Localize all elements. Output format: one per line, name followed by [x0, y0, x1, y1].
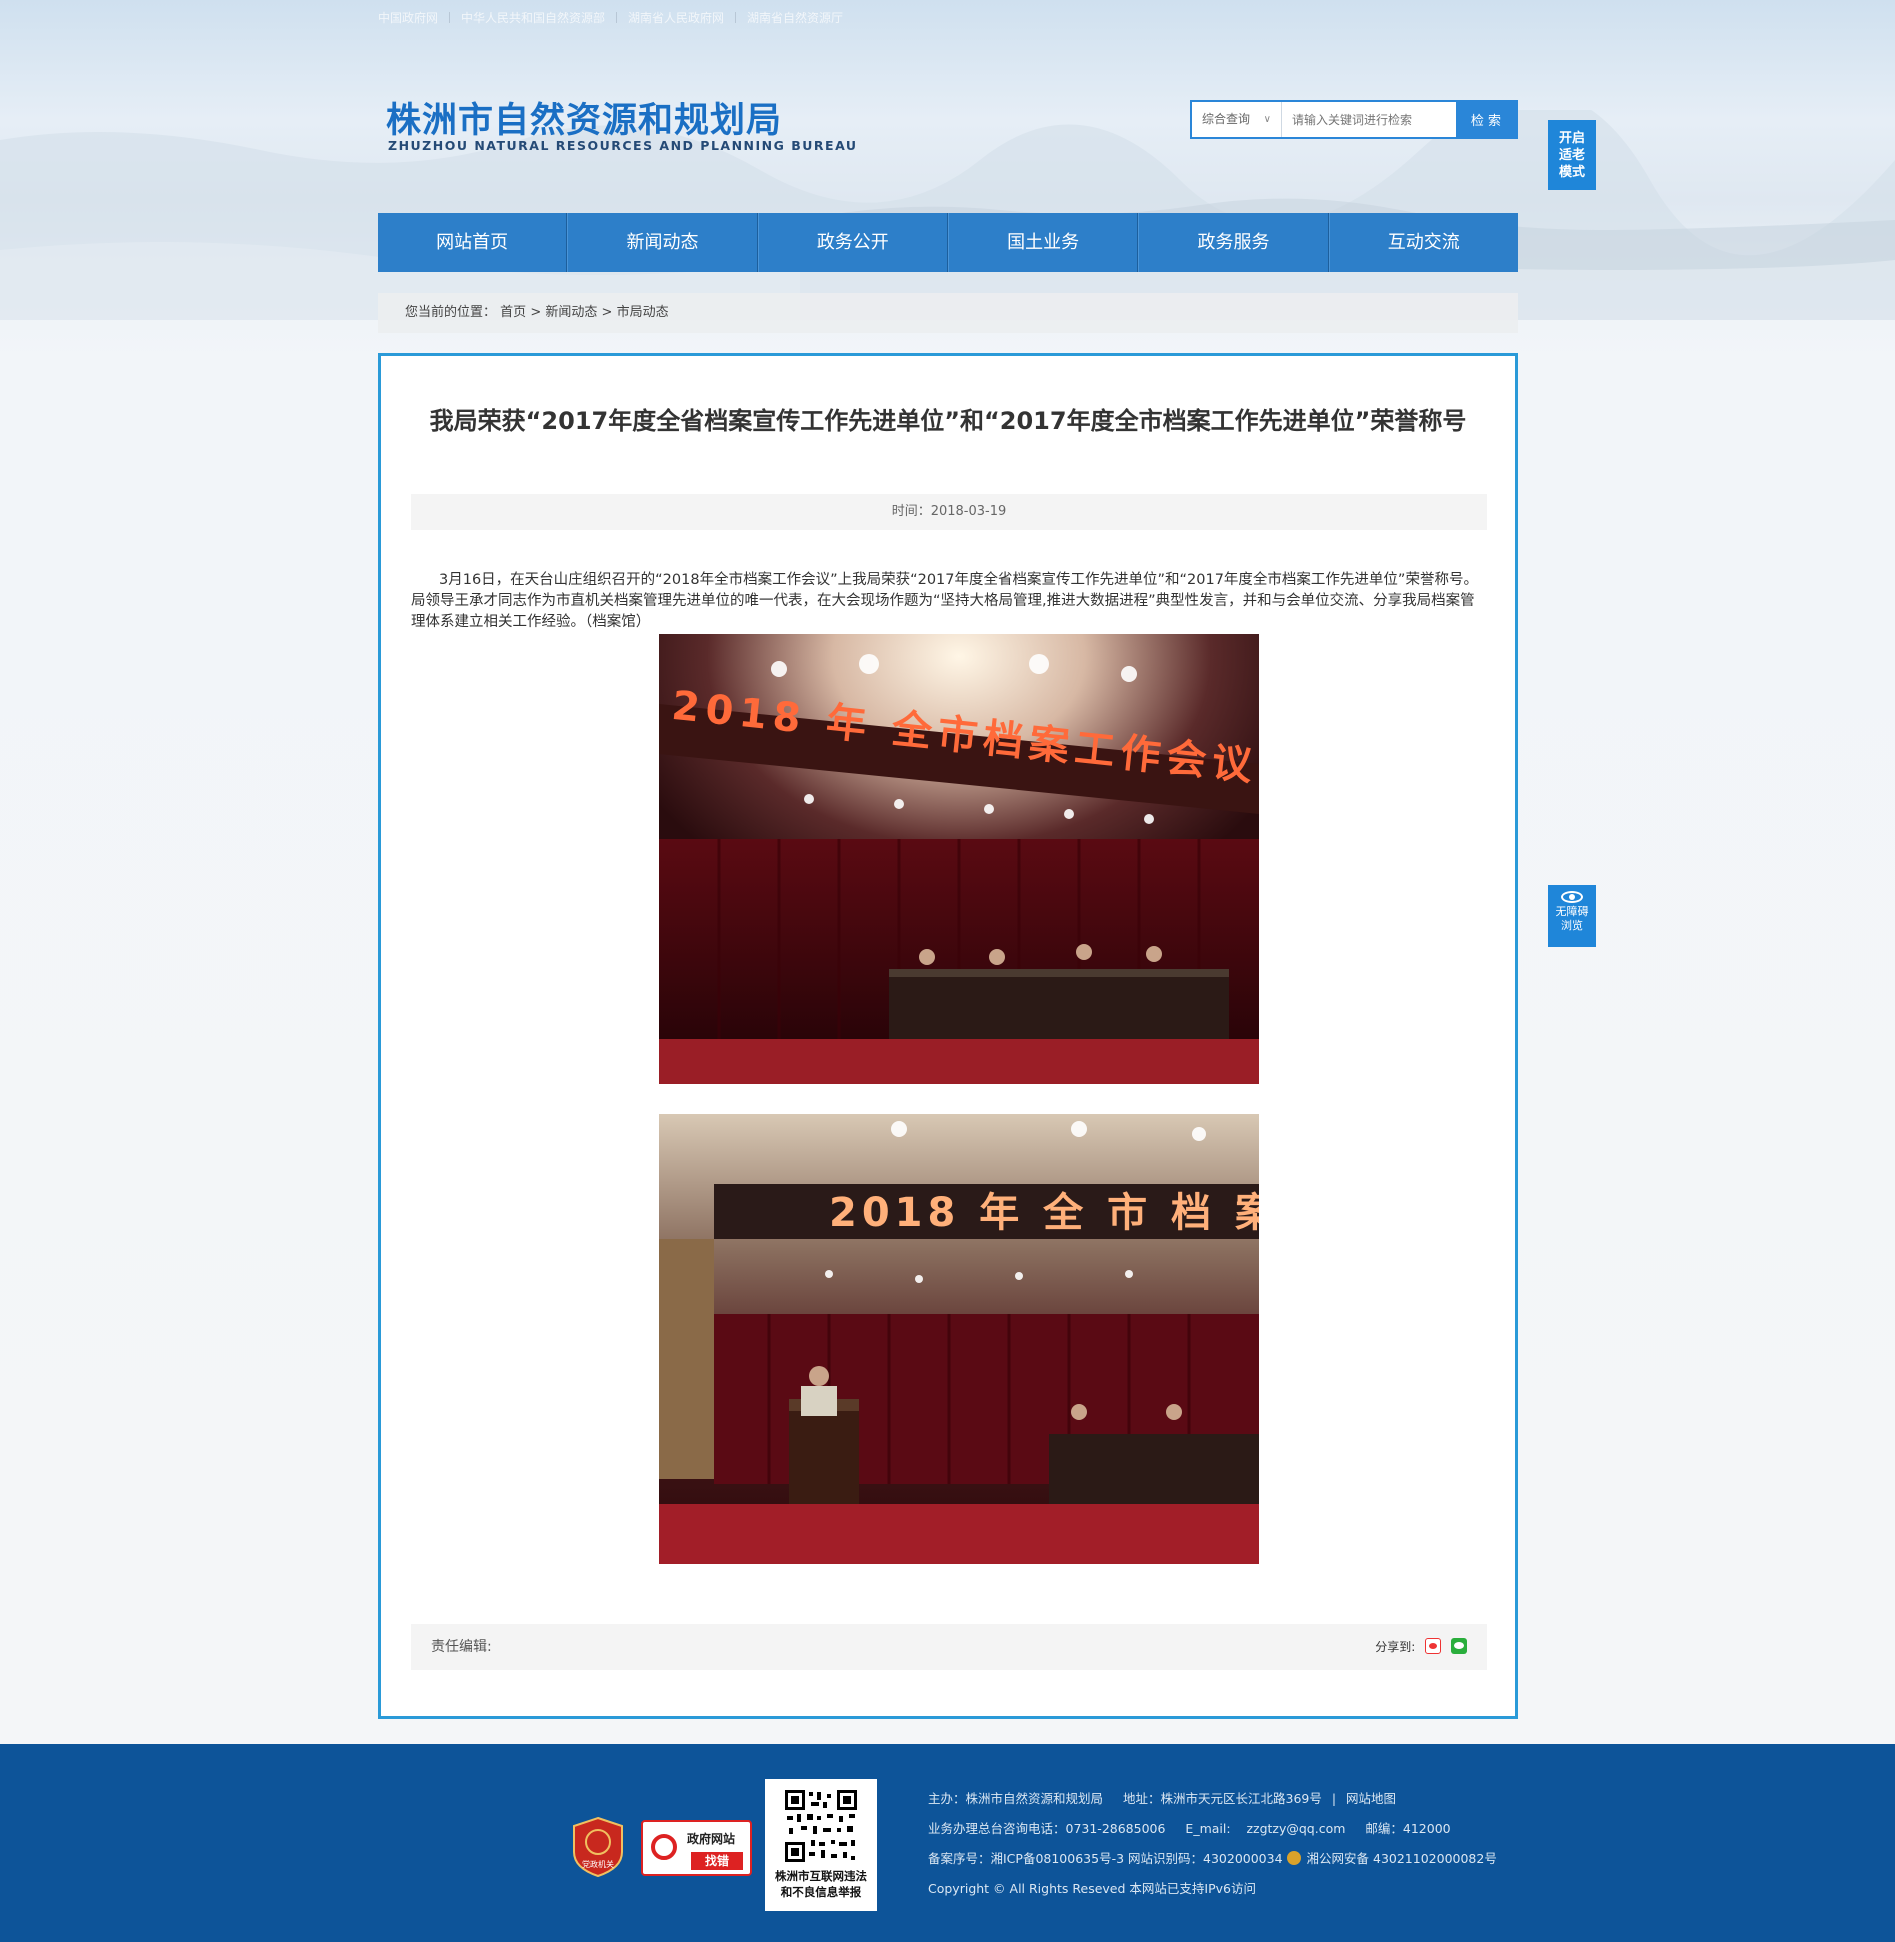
nav-home[interactable]: 网站首页 — [378, 213, 568, 272]
accessible-label-1: 无障碍 — [1555, 905, 1589, 918]
top-link-divider — [616, 12, 618, 23]
qr-caption: 株洲市互联网违法 和不良信息举报 — [765, 1868, 877, 1900]
footer-address: 地址：株洲市天元区长江北路369号 — [1122, 1791, 1322, 1806]
elder-mode-label-3: 模式 — [1558, 165, 1585, 180]
magnifier-icon — [651, 1834, 677, 1860]
footer-email: E_mail: zzgtzy@qq.com — [1185, 1821, 1346, 1836]
article-date: 时间：2018-03-19 — [411, 494, 1487, 530]
share-label: 分享到: — [1375, 1640, 1416, 1654]
wechat-share-icon[interactable] — [1451, 1638, 1467, 1654]
top-link-divider — [735, 12, 737, 23]
accessible-label-2: 浏览 — [1561, 919, 1583, 932]
article-photo-2: 2018 年 全 市 档 案 — [659, 1114, 1259, 1564]
site-footer: 党政机关 政府网站 找错 株洲市互联网违法 和不良信息举报 主办：株洲市自然资源… — [0, 1744, 1895, 1942]
article-container: 我局荣获“2017年度全省档案宣传工作先进单位”和“2017年度全市档案工作先进… — [378, 353, 1518, 1719]
eye-icon — [1561, 891, 1583, 903]
article-body: 3月16日，在天台山庄组织召开的“2018年全市档案工作会议”上我局荣获“201… — [411, 572, 1478, 630]
footer-line-2: 业务办理总台咨询电话：0731-28685006 E_mail: zzgtzy@… — [928, 1814, 1497, 1844]
police-badge-icon — [1286, 1851, 1301, 1865]
elder-mode-button[interactable]: 开启 适老 模式 — [1548, 120, 1596, 190]
breadcrumb-sep: > — [601, 305, 613, 320]
chevron-down-icon: ∨ — [1263, 114, 1271, 125]
breadcrumb-city-news[interactable]: 市局动态 — [617, 305, 669, 320]
party-gov-badge-text: 党政机关 — [582, 1859, 614, 1869]
footer-host: 主办：株洲市自然资源和规划局 — [928, 1791, 1104, 1806]
top-link-mnr[interactable]: 中华人民共和国自然资源部 — [461, 11, 605, 25]
accessible-browse-button[interactable]: 无障碍 浏览 — [1548, 885, 1596, 947]
nav-interaction[interactable]: 互动交流 — [1328, 213, 1518, 272]
footer-tel: 业务办理总台咨询电话：0731-28685006 — [928, 1821, 1166, 1836]
gov-site-label: 政府网站 — [687, 1832, 736, 1846]
top-link-hunan-gov[interactable]: 湖南省人民政府网 — [628, 11, 724, 25]
top-link-hunan-nr[interactable]: 湖南省自然资源厅 — [747, 11, 843, 25]
main-nav: 网站首页 新闻动态 政务公开 国土业务 政务服务 互动交流 — [378, 213, 1518, 272]
footer-copyright: Copyright © All Rights Reseved 本网站已支持IPv… — [928, 1881, 1256, 1896]
nav-land-business[interactable]: 国土业务 — [947, 213, 1139, 272]
search-bar: 综合查询 ∨ 检 索 — [1190, 100, 1518, 139]
footer-divider: | — [1331, 1791, 1337, 1806]
article-footer-bar: 责任编辑: 分享到: — [411, 1624, 1487, 1670]
nav-news[interactable]: 新闻动态 — [567, 213, 758, 272]
article-photo-1: 2018 年 全市档案工作会议 — [659, 634, 1259, 1084]
editor-label: 责任编辑: — [431, 1639, 492, 1655]
qr-caption-line-1: 株洲市互联网违法 — [775, 1869, 867, 1883]
breadcrumb-home[interactable]: 首页 — [500, 305, 526, 320]
elder-mode-label-2: 适老 — [1558, 148, 1585, 163]
elder-mode-label-1: 开启 — [1558, 131, 1585, 146]
find-error-label: 找错 — [691, 1852, 743, 1870]
footer-sitemap-link[interactable]: 网站地图 — [1346, 1791, 1396, 1806]
report-qr-card[interactable]: 株洲市互联网违法 和不良信息举报 — [765, 1779, 877, 1911]
site-logo-en: ZHUZHOU NATURAL RESOURCES AND PLANNING B… — [388, 138, 858, 153]
nav-gov-service[interactable]: 政务服务 — [1138, 213, 1329, 272]
weibo-share-icon[interactable] — [1425, 1638, 1442, 1654]
site-logo-cn[interactable]: 株洲市自然资源和规划局 — [386, 92, 782, 143]
qr-code-icon — [783, 1788, 859, 1864]
photo2-banner-text: 2018 年 全 市 档 案 — [829, 1190, 1259, 1236]
gov-site-error-report[interactable]: 政府网站 找错 — [641, 1820, 752, 1876]
search-button[interactable]: 检 索 — [1456, 102, 1516, 137]
qr-caption-line-2: 和不良信息举报 — [780, 1885, 862, 1899]
search-input[interactable] — [1282, 102, 1456, 137]
footer-zip: 邮编：412000 — [1365, 1821, 1451, 1836]
footer-police-link[interactable]: 湘公网安备 43021102000082号 — [1307, 1851, 1497, 1866]
footer-line-1: 主办：株洲市自然资源和规划局 地址：株洲市天元区长江北路369号 | 网站地图 — [928, 1784, 1497, 1814]
top-links-bar: 中国政府网 中华人民共和国自然资源部 湖南省人民政府网 湖南省自然资源厅 — [378, 9, 843, 26]
search-scope-value: 综合查询 — [1202, 112, 1251, 126]
footer-info: 主办：株洲市自然资源和规划局 地址：株洲市天元区长江北路369号 | 网站地图 … — [928, 1784, 1497, 1904]
breadcrumb-sep: > — [530, 305, 542, 320]
party-gov-badge-icon[interactable]: 党政机关 — [572, 1816, 624, 1878]
breadcrumb: 您当前的位置： 首页 > 新闻动态 > 市局动态 — [378, 293, 1518, 333]
footer-line-3: 备案序号：湘ICP备08100635号-3 网站识别码：4302000034 湘… — [928, 1844, 1497, 1874]
nav-gov-affairs[interactable]: 政务公开 — [757, 213, 948, 272]
breadcrumb-news[interactable]: 新闻动态 — [545, 305, 597, 320]
article-title: 我局荣获“2017年度全省档案宣传工作先进单位”和“2017年度全市档案工作先进… — [429, 407, 1467, 435]
top-link-divider — [449, 12, 451, 23]
share-bar: 分享到: — [1375, 1624, 1467, 1670]
breadcrumb-prefix: 您当前的位置： — [405, 305, 497, 320]
top-link-gov[interactable]: 中国政府网 — [378, 11, 438, 25]
search-scope-select[interactable]: 综合查询 ∨ — [1192, 102, 1282, 137]
footer-icp-link[interactable]: 备案序号：湘ICP备08100635号-3 网站识别码：4302000034 — [928, 1851, 1283, 1866]
